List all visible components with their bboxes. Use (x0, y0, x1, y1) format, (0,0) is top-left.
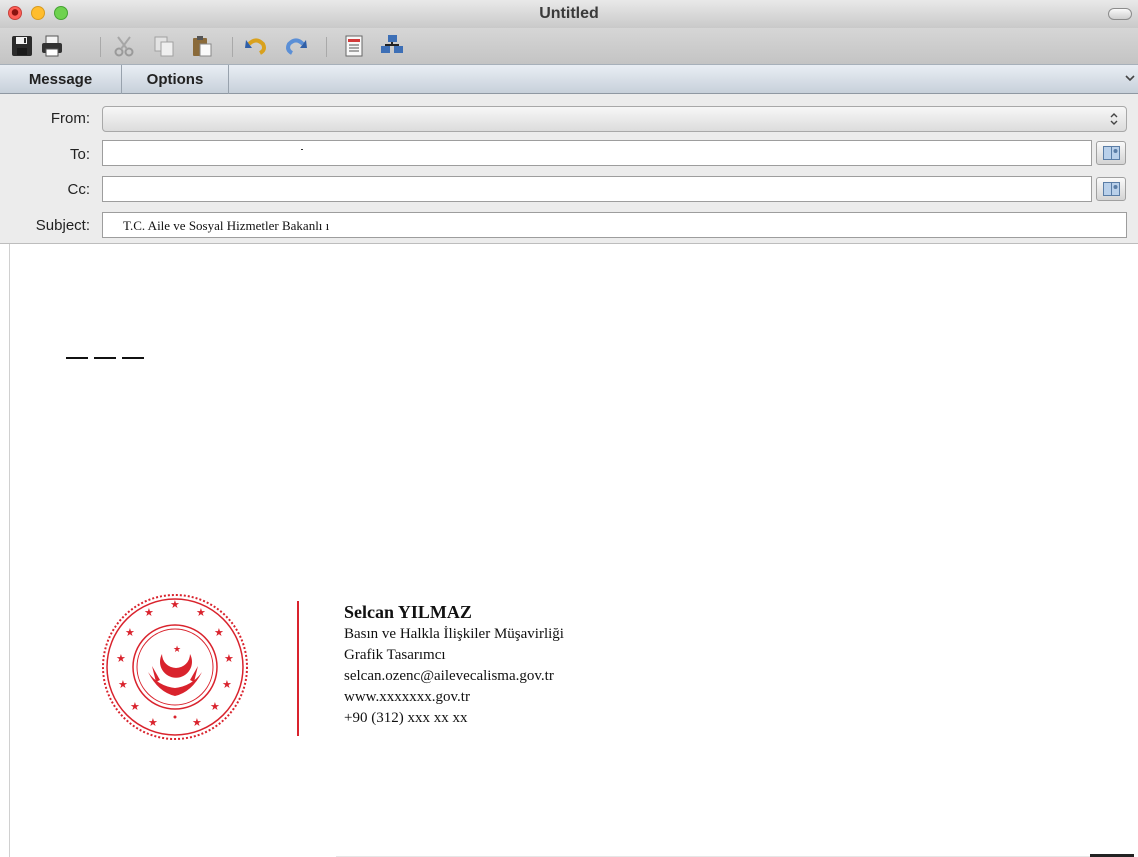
signature-title: Grafik Tasarımcı (344, 647, 446, 663)
tab-message[interactable]: Message (0, 65, 122, 94)
svg-text:★: ★ (130, 700, 140, 713)
toolbar-separator (326, 37, 327, 57)
print-icon[interactable] (40, 34, 64, 58)
redo-icon[interactable] (284, 34, 308, 58)
compose-window: Untitled Message Options From: To: Cc: S… (0, 0, 1138, 857)
svg-text:★: ★ (125, 626, 135, 639)
signature-divider (297, 601, 299, 736)
to-label: To: (69, 146, 90, 163)
svg-text:★: ★ (196, 606, 206, 619)
svg-text:★: ★ (192, 716, 202, 729)
undo-icon[interactable] (244, 34, 268, 58)
separator-dashes (66, 357, 144, 359)
signature-name: Selcan YILMAZ (344, 602, 472, 622)
save-icon[interactable] (10, 34, 34, 58)
email-signature: Selcan YILMAZ Basın ve Halkla İlişkiler … (344, 600, 564, 729)
window-left-border (9, 244, 10, 857)
svg-text:★: ★ (222, 678, 232, 691)
svg-text:★: ★ (116, 652, 126, 665)
network-icon[interactable] (380, 34, 404, 58)
to-address-book-button[interactable] (1096, 141, 1126, 165)
select-arrows-icon (1110, 113, 1118, 125)
toolbar-toggle-button[interactable] (1108, 8, 1132, 20)
toolbar (0, 28, 1138, 64)
svg-text:★: ★ (170, 598, 180, 611)
signature-website[interactable]: www.xxxxxxx.gov.tr (344, 687, 564, 708)
ministry-seal-logo: ★ ★ ★ ★ ★ ★ ★ ★ ★ ★ ★ ★ ★ ★ (102, 594, 248, 740)
svg-text:★: ★ (118, 678, 128, 691)
signature-department: Basın ve Halkla İlişkiler Müşavirliği (344, 626, 564, 642)
toolbar-separator (100, 37, 101, 57)
to-field[interactable] (102, 140, 1092, 166)
cc-field[interactable] (102, 176, 1092, 202)
svg-text:★: ★ (210, 700, 220, 713)
subject-value: T.C. Aile ve Sosyal Hizmetler Bakanlı ı (123, 218, 330, 233)
tab-options[interactable]: Options (122, 65, 229, 94)
signature-email[interactable]: selcan.ozenc@ailevecalisma.gov.tr (344, 666, 564, 687)
title-bar: Untitled (0, 0, 1138, 28)
cc-label: Cc: (67, 181, 91, 198)
svg-text:★: ★ (173, 645, 181, 655)
subject-field[interactable]: T.C. Aile ve Sosyal Hizmetler Bakanlı ı (102, 212, 1127, 238)
svg-text:★: ★ (224, 652, 234, 665)
message-body[interactable]: ★ ★ ★ ★ ★ ★ ★ ★ ★ ★ ★ ★ ★ ★ Selcan YILMA… (0, 244, 1138, 857)
address-book-icon (1103, 146, 1120, 160)
copy-icon[interactable] (152, 34, 176, 58)
svg-text:★: ★ (148, 716, 158, 729)
toolbar-separator (232, 37, 233, 57)
insert-icon[interactable] (342, 34, 366, 58)
svg-text:★: ★ (214, 626, 224, 639)
cut-icon[interactable] (112, 34, 136, 58)
signature-phone: +90 (312) xxx xx xx (344, 710, 468, 726)
message-header: From: To: Cc: Subject: T.C. Aile ve Sosy… (0, 94, 1138, 244)
from-select[interactable] (102, 106, 1127, 132)
address-book-icon (1103, 182, 1120, 196)
svg-text:★: ★ (144, 606, 154, 619)
paste-icon[interactable] (190, 34, 214, 58)
cc-address-book-button[interactable] (1096, 177, 1126, 201)
ribbon-tab-bar: Message Options (0, 64, 1138, 94)
from-label: From: (50, 110, 90, 127)
chevron-down-icon[interactable] (1124, 71, 1136, 85)
subject-label: Subject: (35, 217, 90, 234)
text-cursor (301, 149, 303, 150)
window-title: Untitled (539, 5, 599, 22)
